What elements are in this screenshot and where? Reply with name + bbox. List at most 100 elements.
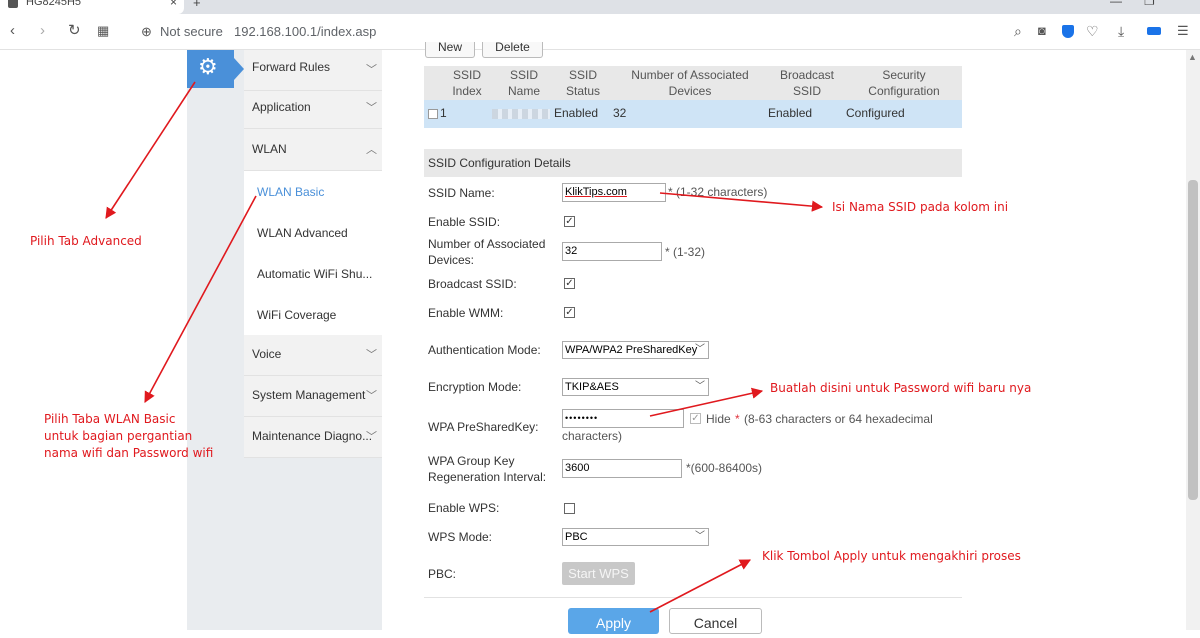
ssid-name-input[interactable]: KlikTips.com (562, 183, 666, 202)
menu-icon[interactable]: ☰ (1177, 22, 1189, 40)
assoc-devices-label: Number of Associated Devices: (428, 237, 546, 267)
start-wps-button[interactable]: Start WPS (562, 562, 635, 585)
enable-ssid-label: Enable SSID: (428, 215, 501, 229)
sidebar-item-label: Maintenance Diagno... (252, 429, 373, 443)
auth-mode-value: WPA/WPA2 PreSharedKey (565, 344, 698, 356)
gear-icon[interactable]: ⚙ (198, 54, 218, 80)
ssid-name-hint: * (1-32 characters) (668, 185, 768, 199)
sidebar-item-voice[interactable]: Voice ﹀ (244, 335, 382, 376)
new-button[interactable]: New (425, 41, 475, 58)
wps-mode-select[interactable]: PBC ﹀ (562, 528, 709, 546)
new-tab-icon[interactable]: + (193, 0, 201, 10)
back-icon[interactable]: ‹ (10, 22, 15, 40)
note-password: Buatlah disini untuk Password wifi baru … (770, 381, 1032, 395)
shield-icon[interactable] (1062, 25, 1074, 38)
psk-label: WPA PreSharedKey: (428, 420, 539, 434)
sidebar-item-wlan[interactable]: WLAN ︿ (244, 130, 382, 171)
broadcast-ssid-checkbox[interactable]: ✓ (564, 278, 575, 289)
nav-rail (187, 50, 244, 630)
sidebar-item-application[interactable]: Application ﹀ (244, 88, 382, 129)
page-margin (0, 50, 187, 630)
browser-tab[interactable]: HG8245H5 × (0, 0, 184, 14)
wps-mode-value: PBC (565, 531, 588, 543)
enable-ssid-checkbox[interactable]: ✓ (564, 216, 575, 227)
globe-icon[interactable]: ⊕ (141, 23, 152, 41)
ssid-status-cell: Enabled (554, 106, 599, 120)
column-header: Security Configuration (868, 68, 940, 98)
psk-input[interactable]: •••••••• (562, 409, 684, 428)
chevron-down-icon: ﹀ (695, 531, 705, 542)
note-line: Pilih Taba WLAN Basic (44, 412, 176, 426)
camera-icon[interactable]: ◙ (1038, 22, 1046, 40)
divider (424, 597, 962, 598)
chevron-up-icon: ︿ (366, 144, 377, 156)
apps-icon[interactable]: ▦ (97, 22, 109, 40)
encryption-mode-select[interactable]: TKIP&AES ﹀ (562, 378, 709, 396)
scrollbar-thumb[interactable] (1188, 180, 1198, 500)
note-line: nama wifi dan Password wifi (44, 446, 214, 460)
restore-icon[interactable]: ❐ (1144, 0, 1155, 8)
sidebar-item-forward-rules[interactable]: Forward Rules ﹀ (244, 50, 382, 91)
address-bar[interactable]: 192.168.100.1/index.asp (234, 24, 376, 39)
chevron-down-icon: ﹀ (366, 64, 377, 76)
ssid-name-cell-redacted (492, 109, 550, 119)
hide-label: Hide (706, 412, 731, 426)
cancel-button[interactable]: Cancel (669, 608, 762, 634)
battery-icon[interactable] (1147, 27, 1161, 35)
wlan-submenu: WLAN Basic WLAN Advanced Automatic WiFi … (244, 171, 382, 335)
auth-mode-select[interactable]: WPA/WPA2 PreSharedKey ﹀ (562, 341, 709, 359)
rekey-input[interactable]: 3600 (562, 459, 682, 478)
sidebar-item-label: Voice (252, 347, 282, 361)
submenu-item-wlan-basic[interactable]: WLAN Basic (257, 185, 324, 199)
tab-close-icon[interactable]: × (170, 0, 177, 9)
reload-icon[interactable]: ↻ (68, 22, 81, 40)
encryption-mode-label: Encryption Mode: (428, 380, 522, 394)
hide-checkbox[interactable]: ✓ (690, 413, 701, 424)
security-cell: Configured (846, 106, 905, 120)
note-tab-advanced: Pilih Tab Advanced (30, 234, 142, 248)
sidebar-item-system-management[interactable]: System Management ﹀ (244, 376, 382, 417)
enable-wps-checkbox[interactable] (564, 503, 575, 514)
submenu-item-wifi-coverage[interactable]: WiFi Coverage (257, 308, 336, 322)
rekey-label: WPA Group Key Regeneration Interval: (428, 454, 547, 484)
pbc-label: PBC: (428, 567, 457, 581)
wps-mode-label: WPS Mode: (428, 530, 493, 544)
chevron-down-icon: ﹀ (366, 102, 377, 114)
minimize-icon[interactable]: — (1110, 0, 1122, 8)
search-icon[interactable]: ⌕ (1014, 22, 1022, 40)
heart-icon[interactable]: ♡ (1086, 22, 1099, 40)
not-secure-label[interactable]: Not secure (160, 24, 223, 39)
forward-icon[interactable]: › (40, 22, 45, 40)
enable-wmm-label: Enable WMM: (428, 306, 504, 320)
ssid-name-label: SSID Name: (428, 186, 495, 200)
delete-button[interactable]: Delete (482, 41, 543, 58)
favicon-icon (8, 0, 18, 8)
sidebar-item-maintenance[interactable]: Maintenance Diagno... ﹀ (244, 417, 382, 458)
sidebar-item-label: WLAN (252, 142, 287, 156)
column-header: SSID Index (452, 68, 482, 98)
enable-wps-label: Enable WPS: (428, 501, 500, 515)
apply-button[interactable]: Apply (568, 608, 659, 634)
details-header: SSID Configuration Details (424, 149, 962, 177)
chevron-down-icon: ﹀ (695, 344, 705, 355)
submenu-item-automatic-wifi[interactable]: Automatic WiFi Shu... (257, 267, 372, 281)
menu-filler (244, 458, 382, 630)
column-header: Broadcast SSID (779, 68, 835, 98)
note-line: untuk bagian pergantian (44, 429, 193, 443)
chevron-down-icon: ﹀ (366, 431, 377, 443)
sidebar-item-label: System Management (252, 388, 366, 402)
assoc-devices-input[interactable]: 32 (562, 242, 662, 261)
scroll-up-icon[interactable]: ▲ (1188, 52, 1197, 62)
note-apply: Klik Tombol Apply untuk mengakhiri prose… (762, 549, 1021, 563)
sidebar-item-label: Forward Rules (252, 60, 331, 74)
broadcast-cell: Enabled (768, 106, 813, 120)
enable-wmm-checkbox[interactable]: ✓ (564, 307, 575, 318)
column-header: SSID Name (507, 68, 540, 98)
row-checkbox[interactable] (428, 109, 438, 119)
browser-toolbar: ‹ › ↻ ▦ ⊕ Not secure 192.168.100.1/index… (0, 14, 1200, 50)
submenu-item-wlan-advanced[interactable]: WLAN Advanced (257, 226, 348, 240)
psk-hint: (8-63 characters or 64 hexadecimal (744, 412, 933, 426)
table-row[interactable]: 1 Enabled 32 Enabled Configured (424, 100, 962, 128)
download-icon[interactable]: ⤓ (1118, 22, 1124, 40)
column-header: Number of Associated Devices (631, 68, 749, 98)
